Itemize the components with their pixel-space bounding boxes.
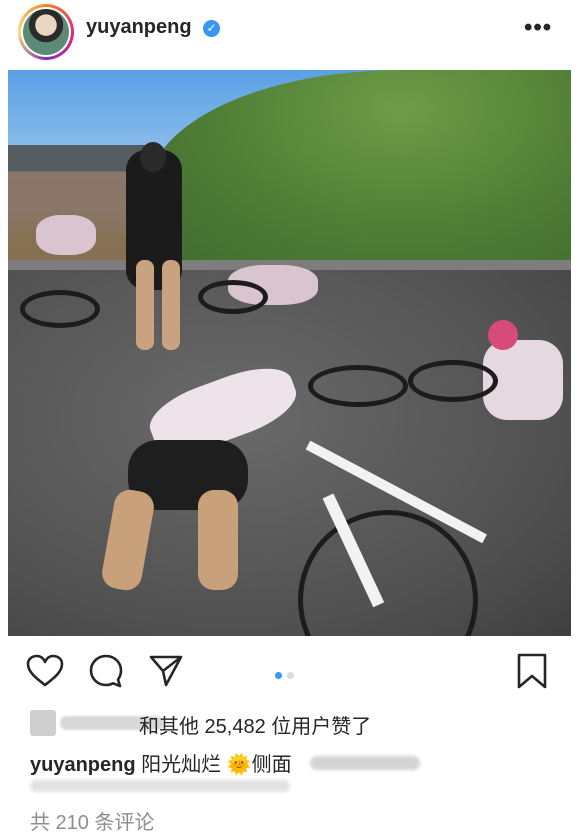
- caption-text-after: 侧面: [251, 754, 292, 776]
- view-comments-link[interactable]: 共 210 条评论: [30, 806, 154, 835]
- carousel-dot: [287, 672, 294, 679]
- post-photo[interactable]: [8, 70, 571, 636]
- comment-icon[interactable]: [88, 653, 124, 689]
- caption-blurred-text: [310, 756, 420, 770]
- carousel-indicator: [275, 666, 299, 684]
- share-icon[interactable]: [148, 654, 184, 688]
- avatar[interactable]: [18, 4, 74, 60]
- bookmark-icon[interactable]: [516, 652, 548, 690]
- verified-badge-icon: ✓: [203, 20, 220, 37]
- sun-emoji-icon: 🌞: [226, 754, 252, 776]
- caption: yuyanpeng 阳光灿烂 🌞侧面: [30, 748, 292, 777]
- liker-avatar: [30, 710, 56, 736]
- caption-text: 阳光灿烂: [141, 754, 222, 776]
- caption-blurred-line: [30, 780, 290, 792]
- likes-summary[interactable]: 和其他 25,482 位用户赞了: [30, 710, 570, 738]
- likes-count: 和其他 25,482 位用户赞了: [139, 716, 372, 738]
- heart-icon[interactable]: [26, 654, 64, 688]
- carousel-dot-active: [275, 672, 282, 679]
- caption-username[interactable]: yuyanpeng: [30, 754, 136, 776]
- more-options-icon[interactable]: •••: [524, 14, 552, 42]
- username[interactable]: yuyanpeng: [86, 16, 192, 39]
- post-header: yuyanpeng ✓ •••: [0, 0, 579, 66]
